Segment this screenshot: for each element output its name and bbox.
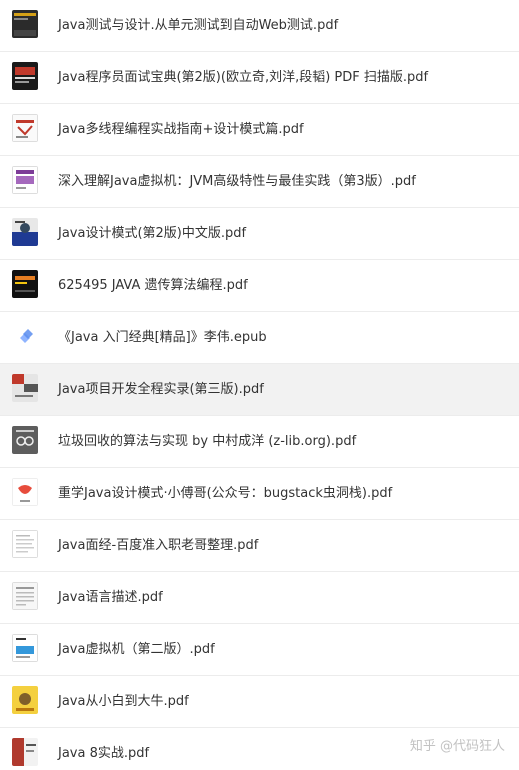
file-name: Java面经-百度准入职老哥整理.pdf: [58, 538, 259, 553]
file-name: Java程序员面试宝典(第2版)(欧立奇,刘洋,段韬) PDF 扫描版.pdf: [58, 70, 429, 85]
book-cover-purple-icon: [12, 166, 38, 194]
watermark: 知乎 @代码狂人: [409, 739, 505, 754]
file-row[interactable]: 《Java 入门经典[精品]》李伟.epub: [0, 312, 519, 364]
book-cover-dark-icon: [12, 10, 38, 38]
book-cover-red-white-icon: [12, 738, 38, 766]
book-cover-yellow-icon: [12, 686, 38, 714]
file-row[interactable]: 深入理解Java虚拟机：JVM高级特性与最佳实践（第3版）.pdf: [0, 156, 519, 208]
file-name: 重学Java设计模式·小傅哥(公众号：bugstack虫洞栈).pdf: [58, 486, 393, 501]
file-row[interactable]: 垃圾回收的算法与实现 by 中村成洋 (z-lib.org).pdf: [0, 416, 519, 468]
file-name: 625495 JAVA 遗传算法编程.pdf: [58, 278, 248, 293]
file-name: Java多线程编程实战指南+设计模式篇.pdf: [58, 122, 304, 137]
file-name: Java语言描述.pdf: [58, 590, 163, 605]
file-row[interactable]: Java项目开发全程实录(第三版).pdf: [0, 364, 519, 416]
file-row[interactable]: Java面经-百度准入职老哥整理.pdf: [0, 520, 519, 572]
book-cover-white-red-icon: [12, 114, 38, 142]
file-row[interactable]: Java多线程编程实战指南+设计模式篇.pdf: [0, 104, 519, 156]
file-list: Java测试与设计.从单元测试到自动Web测试.pdf Java程序员面试宝典(…: [0, 0, 519, 770]
document-page-icon: [12, 530, 38, 558]
file-name: 垃圾回收的算法与实现 by 中村成洋 (z-lib.org).pdf: [58, 434, 357, 449]
file-name: 深入理解Java虚拟机：JVM高级特性与最佳实践（第3版）.pdf: [58, 174, 416, 189]
book-cover-black-orange-icon: [12, 270, 38, 298]
book-cover-white-blue-icon: [12, 634, 38, 662]
file-row[interactable]: Java语言描述.pdf: [0, 572, 519, 624]
file-name: 《Java 入门经典[精品]》李伟.epub: [58, 330, 267, 345]
file-row[interactable]: Java测试与设计.从单元测试到自动Web测试.pdf: [0, 0, 519, 52]
document-page-lines-icon: [12, 582, 38, 610]
epub-file-icon: [12, 322, 38, 350]
book-cover-gray-glasses-icon: [12, 426, 38, 454]
file-name: Java 8实战.pdf: [58, 746, 150, 761]
file-row[interactable]: Java程序员面试宝典(第2版)(欧立奇,刘洋,段韬) PDF 扫描版.pdf: [0, 52, 519, 104]
file-row[interactable]: Java设计模式(第2版)中文版.pdf: [0, 208, 519, 260]
book-cover-black-red-icon: [12, 62, 38, 90]
book-cover-red-gray-icon: [12, 374, 38, 402]
file-row[interactable]: Java从小白到大牛.pdf: [0, 676, 519, 728]
file-name: Java虚拟机（第二版）.pdf: [58, 642, 215, 657]
file-row[interactable]: 重学Java设计模式·小傅哥(公众号：bugstack虫洞栈).pdf: [0, 468, 519, 520]
file-name: Java从小白到大牛.pdf: [58, 694, 189, 709]
file-name: Java测试与设计.从单元测试到自动Web测试.pdf: [58, 18, 339, 33]
file-row[interactable]: Java虚拟机（第二版）.pdf: [0, 624, 519, 676]
book-cover-red-ribbon-icon: [12, 478, 38, 506]
file-row[interactable]: 625495 JAVA 遗传算法编程.pdf: [0, 260, 519, 312]
book-cover-blue-icon: [12, 218, 38, 246]
file-name: Java项目开发全程实录(第三版).pdf: [58, 382, 264, 397]
file-name: Java设计模式(第2版)中文版.pdf: [58, 226, 247, 241]
